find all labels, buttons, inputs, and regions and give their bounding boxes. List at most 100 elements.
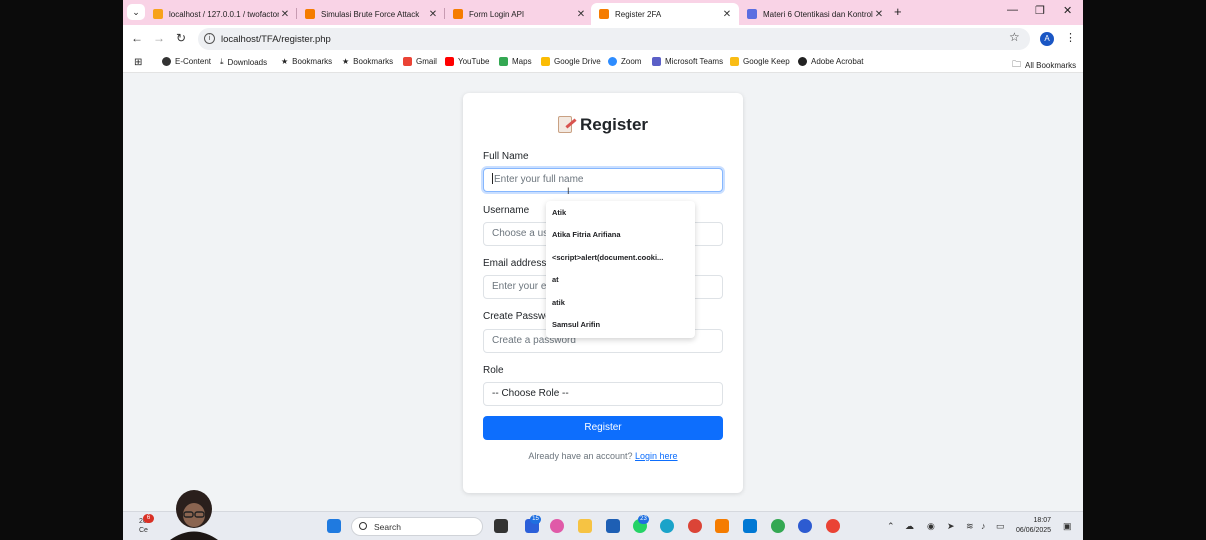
- edge-icon[interactable]: [660, 519, 674, 533]
- new-tab-icon[interactable]: +: [894, 4, 902, 19]
- phpmyadmin-icon: [153, 9, 163, 19]
- login-prompt: Already have an account? Login here: [528, 451, 678, 461]
- bookmark-downloads[interactable]: ⤓ Downloads: [220, 57, 267, 67]
- bookmarks-bar: ⊞ E-Content ⤓ Downloads ★ Bookmarks ★ Bookm…: [123, 53, 1083, 73]
- autocomplete-dropdown: Atik Atika Fitria Arifiana <script>alert…: [546, 201, 695, 338]
- full-name-input[interactable]: Enter your full name: [483, 168, 723, 192]
- xampp-icon: [599, 9, 609, 19]
- windows-start-icon[interactable]: [327, 519, 341, 533]
- login-link[interactable]: Login here: [635, 451, 678, 461]
- xampp-icon[interactable]: [715, 519, 729, 533]
- wifi-icon[interactable]: ≋: [966, 521, 974, 532]
- password-label: Create Passwo: [483, 311, 551, 322]
- chat-icon: [747, 9, 757, 19]
- back-arrow-icon[interactable]: ←: [131, 31, 143, 45]
- close-icon[interactable]: ✕: [721, 9, 733, 20]
- window-close-icon[interactable]: ✕: [1063, 4, 1072, 17]
- bookmark-star-icon[interactable]: ☆: [1009, 30, 1020, 44]
- autocomplete-item[interactable]: Samsul Arifin: [552, 320, 600, 329]
- apps-grid-icon[interactable]: ⊞: [134, 57, 142, 68]
- bookmark-google-keep[interactable]: Google Keep: [730, 57, 790, 66]
- xampp-icon: [305, 9, 315, 19]
- tab-title: localhost / 127.0.0.1 / twofactor: [169, 9, 279, 19]
- taskbar: 26° Ce 6 Search 15 23 ⌃ ☁ ◉ ➤ ≋ ♪ ▭ 18:0…: [123, 511, 1083, 540]
- weather-badge: 6: [143, 514, 154, 523]
- folder-icon: 🗀: [1012, 59, 1022, 69]
- tab-search-chevron-icon[interactable]: ⌄: [127, 4, 145, 20]
- bookmark-adobe-acrobat[interactable]: Adobe Acrobat: [798, 57, 863, 66]
- file-explorer-icon[interactable]: [578, 519, 592, 533]
- task-view-icon[interactable]: [494, 519, 508, 533]
- restore-icon[interactable]: ❐: [1035, 4, 1045, 17]
- notification-icon[interactable]: ▣: [1063, 521, 1072, 532]
- tab-materi-6[interactable]: Materi 6 Otentikasi dan Kontrol ✕: [739, 3, 891, 25]
- menu-kebab-icon[interactable]: ⋮: [1065, 31, 1076, 44]
- bookmark-bookmarks-2[interactable]: ★ Bookmarks: [342, 57, 393, 66]
- clock[interactable]: 18:07 06/06/2025: [1016, 516, 1051, 536]
- bookmark-zoom[interactable]: Zoom: [608, 57, 641, 66]
- memo-icon: [557, 116, 572, 133]
- url-text: localhost/TFA/register.php: [221, 33, 331, 45]
- chrome-profile-icon[interactable]: [771, 519, 785, 533]
- autocomplete-item[interactable]: atik: [552, 298, 565, 307]
- star-icon: ★: [342, 57, 350, 66]
- chevron-up-icon[interactable]: ⌃: [887, 521, 895, 532]
- volume-icon[interactable]: ♪: [981, 521, 986, 531]
- profile-avatar[interactable]: A: [1040, 32, 1054, 46]
- bookmark-microsoft-teams[interactable]: Microsoft Teams: [652, 57, 723, 66]
- tab-register-2fa[interactable]: Register 2FA ✕: [591, 3, 739, 25]
- bookmark-e-content[interactable]: E-Content: [162, 57, 211, 66]
- username-label: Username: [483, 205, 530, 216]
- text-cursor-icon: I: [567, 186, 570, 196]
- tab-form-login-api[interactable]: Form Login API ✕: [445, 3, 593, 25]
- minimize-icon[interactable]: —: [1007, 4, 1018, 16]
- tab-title: Simulasi Brute Force Attack: [321, 9, 420, 19]
- phone-badge: 15: [530, 515, 541, 524]
- chat-app-icon[interactable]: [798, 519, 812, 533]
- bookmark-bookmarks-1[interactable]: ★ Bookmarks: [281, 57, 332, 66]
- role-label: Role: [483, 365, 504, 376]
- close-icon[interactable]: ✕: [873, 9, 885, 20]
- autocomplete-item[interactable]: <script>alert(document.cooki...: [552, 253, 663, 262]
- copilot-icon[interactable]: [550, 519, 564, 533]
- autocomplete-item[interactable]: Atika Fitria Arifiana: [552, 230, 621, 239]
- close-icon[interactable]: ✕: [279, 9, 291, 20]
- site-info-icon[interactable]: i: [204, 33, 215, 44]
- autocomplete-item[interactable]: at: [552, 275, 559, 284]
- onedrive-icon[interactable]: ☁: [905, 521, 914, 532]
- chrome-icon[interactable]: [688, 519, 702, 533]
- close-icon[interactable]: ✕: [575, 9, 587, 20]
- bookmark-gmail[interactable]: Gmail: [403, 57, 437, 66]
- store-icon[interactable]: [606, 519, 620, 533]
- tab-brute-force[interactable]: Simulasi Brute Force Attack ✕: [297, 3, 445, 25]
- bookmark-youtube[interactable]: YouTube: [445, 57, 489, 66]
- autocomplete-item[interactable]: Atik: [552, 208, 566, 217]
- tab-title: Form Login API: [469, 9, 525, 19]
- tab-phpmyadmin[interactable]: localhost / 127.0.0.1 / twofactor ✕: [145, 3, 297, 25]
- role-select[interactable]: -- Choose Role --: [483, 382, 723, 406]
- reload-icon[interactable]: ↻: [176, 31, 186, 45]
- bookmark-maps[interactable]: Maps: [499, 57, 532, 66]
- address-bar[interactable]: i localhost/TFA/register.php: [198, 28, 1030, 50]
- vscode-icon[interactable]: [743, 519, 757, 533]
- security-icon[interactable]: ◉: [927, 521, 935, 532]
- browser-toolbar: ← → ↻ i localhost/TFA/register.php ☆ A ⋮: [123, 25, 1083, 53]
- globe-icon: [162, 57, 171, 66]
- taskbar-search[interactable]: Search: [351, 517, 483, 536]
- tab-strip: ⌄ localhost / 127.0.0.1 / twofactor ✕ Si…: [123, 0, 1083, 25]
- battery-icon[interactable]: ▭: [996, 521, 1005, 532]
- register-button[interactable]: Register: [483, 416, 723, 440]
- all-bookmarks[interactable]: 🗀 All Bookmarks: [1012, 57, 1076, 73]
- maps-icon: [499, 57, 508, 66]
- full-name-label: Full Name: [483, 151, 529, 162]
- star-icon: ★: [281, 57, 289, 66]
- forward-arrow-icon[interactable]: →: [153, 31, 165, 45]
- tab-title: Materi 6 Otentikasi dan Kontrol: [763, 9, 873, 19]
- tab-title: Register 2FA: [615, 9, 662, 19]
- close-icon[interactable]: ✕: [427, 9, 439, 20]
- chrome-alt-icon[interactable]: [826, 519, 840, 533]
- location-icon[interactable]: ➤: [947, 521, 955, 532]
- youtube-icon: [445, 57, 454, 66]
- search-icon: [359, 522, 367, 530]
- bookmark-google-drive[interactable]: Google Drive: [541, 57, 601, 66]
